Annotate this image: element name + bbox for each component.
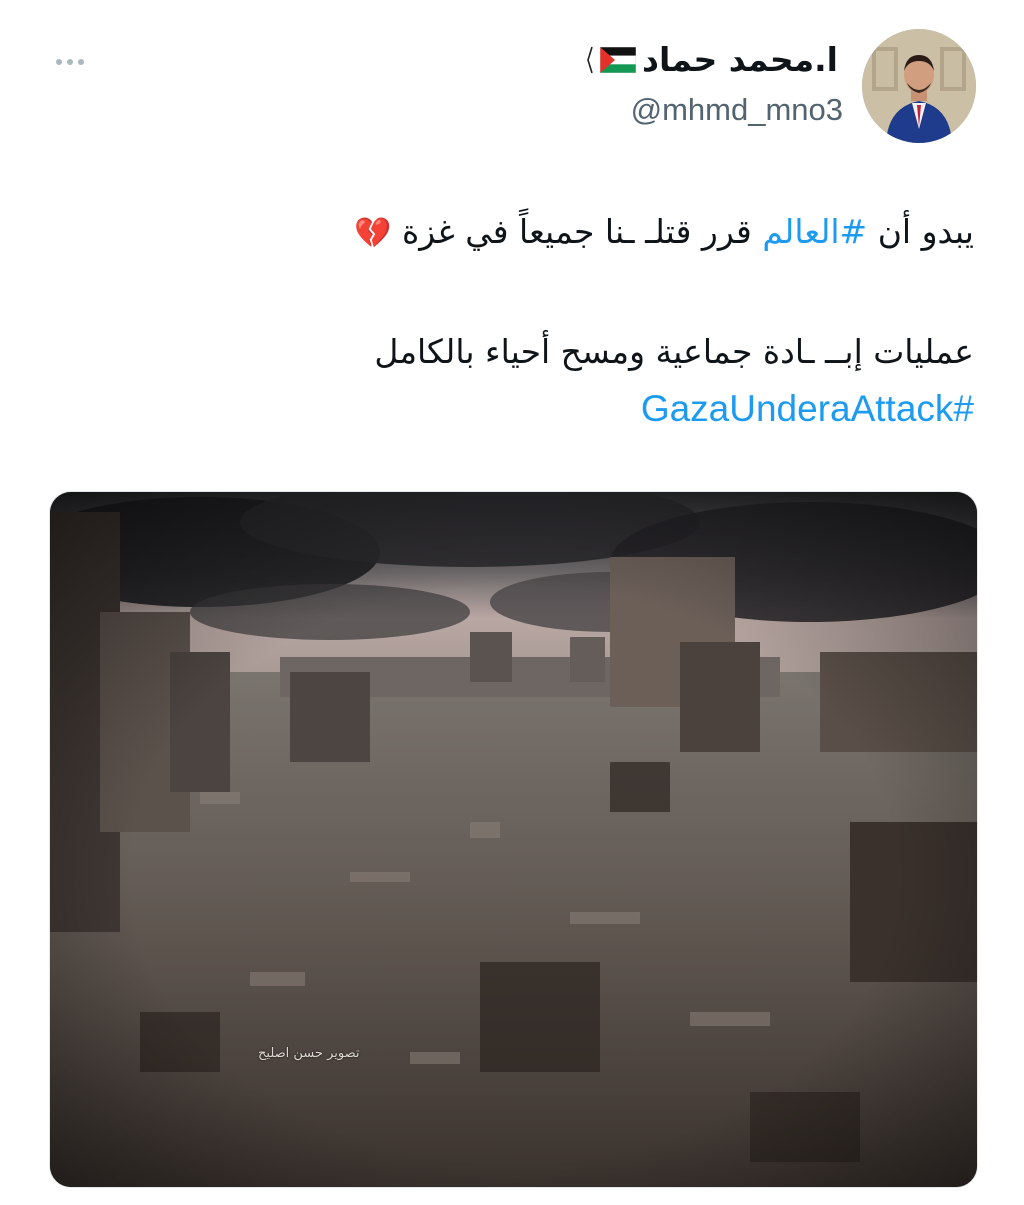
avatar[interactable] bbox=[862, 29, 976, 143]
broken-heart-icon: 💔 bbox=[354, 216, 392, 251]
more-options-button[interactable] bbox=[50, 50, 90, 74]
tweet-text-line-3: #GazaUnderaAttack bbox=[54, 387, 974, 431]
author-handle[interactable]: @mhmd_mno3 bbox=[631, 92, 843, 128]
hashtag-link-alaalam[interactable]: #العالم bbox=[762, 212, 867, 251]
palestine-flag-icon bbox=[584, 45, 637, 75]
tweet-text-before: يبدو أن bbox=[867, 212, 974, 251]
tweet-media-image[interactable] bbox=[49, 491, 978, 1188]
more-dot bbox=[67, 59, 73, 65]
photo-watermark: تصوير حسن اصليح bbox=[258, 1046, 360, 1061]
tweet-card: ا.محمد حماد @mhmd_mno3 يبدو أن #العالم ق… bbox=[0, 0, 1024, 1205]
tweet-text-after: قرر قتلـ ـنا جميعاً في غزة bbox=[391, 212, 763, 251]
flag-pole-icon bbox=[587, 46, 593, 73]
more-dot bbox=[56, 59, 62, 65]
destroyed-city-photo bbox=[50, 492, 977, 1187]
tweet-text-line-1: يبدو أن #العالم قرر قتلـ ـنا جميعاً في غ… bbox=[54, 210, 974, 256]
more-dot bbox=[78, 59, 84, 65]
tweet-text-line-2: عمليات إبــ ـادة جماعية ومسح أحياء بالكا… bbox=[374, 332, 974, 371]
author-name-row[interactable]: ا.محمد حماد bbox=[584, 40, 838, 79]
hashtag-link-gaza[interactable]: #GazaUnderaAttack bbox=[641, 388, 974, 429]
author-display-name[interactable]: ا.محمد حماد bbox=[642, 40, 838, 79]
